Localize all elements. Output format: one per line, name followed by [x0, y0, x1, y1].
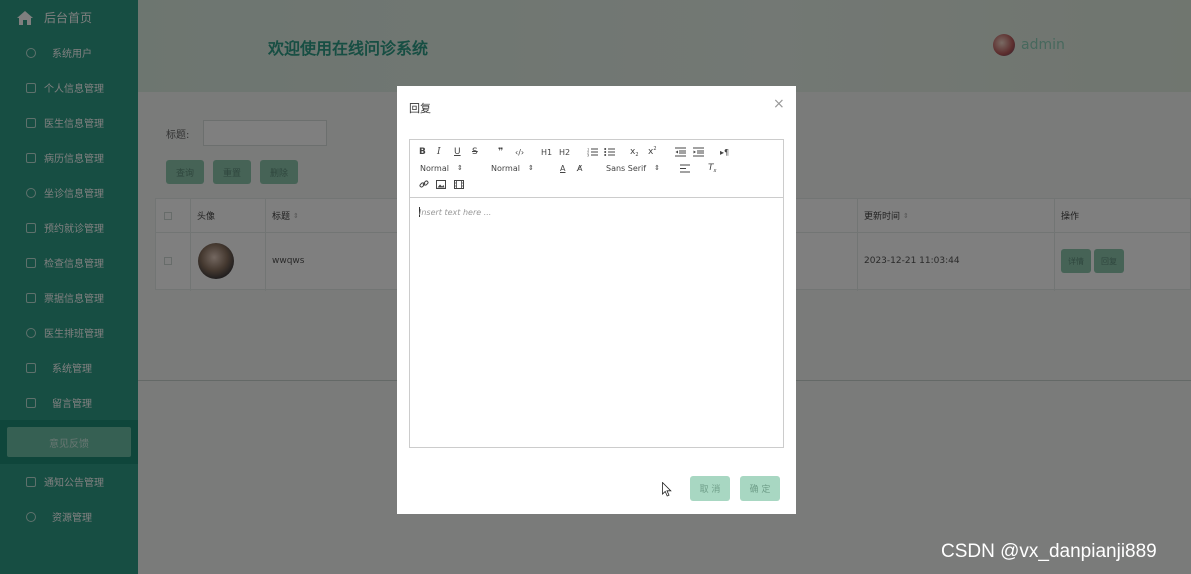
outdent-icon[interactable] — [675, 146, 686, 158]
header-select[interactable]: Normal ⇕ — [491, 162, 534, 174]
ordered-list-icon[interactable]: 123 — [587, 146, 598, 158]
header-select-value: Normal — [491, 163, 520, 173]
size-select-value: Normal — [420, 163, 449, 173]
clear-format-icon[interactable]: Tx — [708, 162, 716, 174]
header2-icon[interactable]: H2 — [559, 146, 570, 158]
editor-content[interactable]: Insert text here ... — [410, 198, 783, 448]
svg-text:3: 3 — [587, 154, 589, 158]
background-color-icon[interactable]: A̸ — [577, 162, 582, 174]
subscript-icon[interactable]: x2 — [630, 146, 639, 158]
dialog-title: 回复 — [409, 102, 431, 115]
select-arrows-icon: ⇕ — [456, 164, 463, 172]
image-icon[interactable] — [436, 178, 446, 190]
bullet-list-icon[interactable] — [604, 146, 615, 158]
code-block-icon[interactable]: ‹/› — [515, 146, 524, 158]
close-icon[interactable]: × — [773, 96, 785, 112]
confirm-button[interactable]: 确 定 — [740, 476, 780, 501]
italic-icon[interactable]: I — [437, 146, 441, 158]
size-select[interactable]: Normal ⇕ — [420, 162, 463, 174]
font-select-value: Sans Serif — [606, 163, 647, 173]
rich-text-editor: B I U S ❞ ‹/› H1 H2 123 x2 x2 ▸¶ Normal … — [409, 139, 784, 448]
link-icon[interactable] — [419, 178, 429, 190]
superscript-icon[interactable]: x2 — [648, 146, 657, 158]
editor-toolbar: B I U S ❞ ‹/› H1 H2 123 x2 x2 ▸¶ Normal … — [410, 140, 783, 198]
blockquote-icon[interactable]: ❞ — [498, 146, 503, 158]
select-arrows-icon: ⇕ — [654, 164, 660, 172]
reply-dialog: 回复 × B I U S ❞ ‹/› H1 H2 123 x2 x2 ▸¶ No… — [397, 86, 796, 514]
watermark: CSDN @vx_danpianji889 — [941, 541, 1157, 562]
underline-icon[interactable]: U — [454, 146, 461, 158]
bold-icon[interactable]: B — [419, 146, 426, 158]
font-color-icon[interactable]: A — [560, 162, 565, 174]
strikethrough-icon[interactable]: S — [472, 146, 478, 158]
editor-placeholder: Insert text here ... — [419, 208, 492, 217]
header1-icon[interactable]: H1 — [541, 146, 552, 158]
select-arrows-icon: ⇕ — [527, 164, 534, 172]
align-icon[interactable] — [680, 162, 690, 174]
video-icon[interactable] — [454, 178, 464, 190]
text-direction-icon[interactable]: ▸¶ — [720, 146, 729, 158]
cancel-button[interactable]: 取 消 — [690, 476, 730, 501]
font-select[interactable]: Sans Serif ⇕ — [606, 162, 660, 174]
indent-icon[interactable] — [693, 146, 704, 158]
